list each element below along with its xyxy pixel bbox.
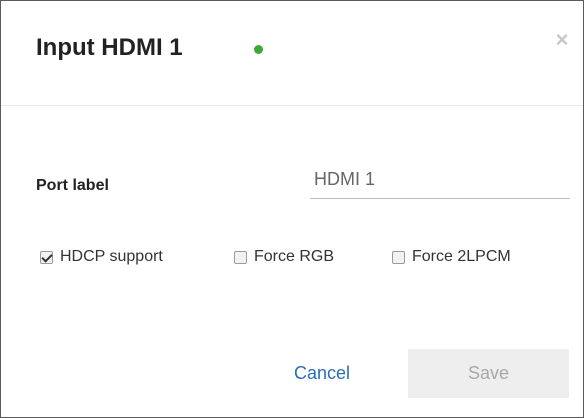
checkbox-icon[interactable] xyxy=(392,250,405,264)
force-rgb-checkbox[interactable]: Force RGB xyxy=(234,246,334,268)
dialog-header: Input HDMI 1 × xyxy=(1,1,583,106)
dialog-title: Input HDMI 1 xyxy=(36,34,183,61)
status-indicator-dot xyxy=(254,45,263,54)
input-settings-dialog: Input HDMI 1 × Port label HDCP support F… xyxy=(0,0,584,418)
checkbox-icon[interactable] xyxy=(234,250,247,264)
hdcp-support-checkbox[interactable]: HDCP support xyxy=(40,246,163,268)
force-2lpcm-checkbox[interactable]: Force 2LPCM xyxy=(392,246,511,268)
port-label-input[interactable] xyxy=(310,161,570,199)
port-label-caption: Port label xyxy=(36,177,109,194)
close-icon[interactable]: × xyxy=(549,27,575,53)
checkbox-label: Force RGB xyxy=(254,248,335,265)
save-button[interactable]: Save xyxy=(408,349,569,398)
cancel-button[interactable]: Cancel xyxy=(263,349,381,397)
checkbox-label: Force 2LPCM xyxy=(412,248,511,265)
checkbox-label: HDCP support xyxy=(60,248,163,265)
checkbox-icon[interactable] xyxy=(40,250,53,264)
